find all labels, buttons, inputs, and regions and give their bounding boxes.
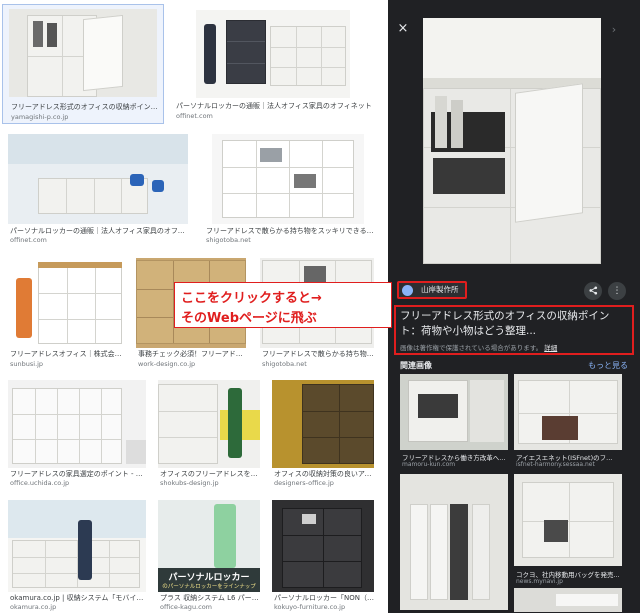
result-source: shokubs-design.jp	[160, 479, 219, 487]
site-favicon-icon	[402, 285, 413, 296]
more-options-button[interactable]: ⋮	[608, 282, 626, 300]
result-thumbnail	[272, 380, 374, 468]
related-image-tile[interactable]: アイエスエネット(ISFnet)のフ... isfnet-harmony.ses…	[514, 374, 622, 470]
related-more-link[interactable]: もっと見る	[588, 360, 628, 371]
chevron-right-icon[interactable]: ›	[608, 24, 620, 36]
result-tile[interactable]: フリーアドレスの家具選定のポイント - オフィ... office.uchida…	[2, 374, 152, 492]
result-thumbnail	[272, 500, 374, 592]
result-thumbnail	[196, 10, 350, 98]
related-image-tile[interactable]	[400, 474, 508, 612]
result-caption: オフィスの収納対策の良いアイテ...	[274, 470, 376, 478]
preview-image[interactable]	[423, 18, 601, 264]
result-tile[interactable]: オフィスのフリーアドレスを快適... shokubs-design.jp	[152, 374, 266, 492]
result-tile[interactable]: okamura.co.jp | 収納システム「モバイル収... okamura.…	[2, 494, 152, 612]
related-thumbnail	[514, 474, 622, 566]
result-source: offinet.com	[176, 112, 213, 120]
result-source: designers-office.jp	[274, 479, 334, 487]
result-caption: オフィスのフリーアドレスを快適...	[160, 470, 262, 478]
result-source: office-kagu.com	[160, 603, 213, 611]
result-source: work-design.co.jp	[138, 360, 196, 368]
result-tile[interactable]: フリーアドレス形式のオフィスの収納ポイント：荷... yamagishi-p.c…	[2, 4, 164, 124]
source-row: 山岸製作所 ⋮	[394, 278, 634, 302]
result-tile[interactable]: パーソナルロッカー「NON（イノン... kokuyo-furniture.co…	[266, 494, 380, 612]
annotation-line-1: ここをクリックすると→	[181, 291, 322, 306]
result-caption: 事務チェック必須！フリーアドレスに...	[138, 350, 248, 358]
result-source: okamura.co.jp	[10, 603, 57, 611]
result-source: shigotoba.net	[262, 360, 307, 368]
related-source: mamoru-kun.com	[402, 461, 456, 468]
related-source: isfnet-harmony.sessaa.net	[516, 461, 595, 468]
watermark-overlay	[556, 594, 618, 606]
result-caption: フリーアドレス形式のオフィスの収納ポイント：荷...	[11, 103, 159, 111]
result-caption: パーソナルロッカー「NON（イノン...	[274, 594, 376, 602]
result-source: shigotoba.net	[206, 236, 251, 244]
page-title: フリーアドレス形式のオフィスの収納ポイント：荷物や小物はどう整理...	[400, 310, 610, 337]
copyright-text: 画像は著作権で保護されている場合があります。	[400, 344, 543, 352]
result-caption: フリーアドレスで散らかる持ち物をスッキ...	[262, 350, 376, 358]
related-source: news.mynavi.jp	[516, 578, 563, 585]
result-tile[interactable]: フリーアドレスで散らかる持ち物をスッキリできるオフィ... shigotoba.…	[198, 128, 378, 246]
source-site-link[interactable]: 山岸製作所	[397, 281, 467, 299]
result-thumbnail	[9, 9, 157, 97]
share-icon	[588, 286, 597, 295]
result-thumbnail	[8, 380, 146, 468]
result-caption: パーソナルロッカーの通販｜法人オフィス家具のオフィネット	[10, 227, 190, 235]
result-tile[interactable]: パーソナルロッカーの通販｜法人オフィス家具のオフィネット offinet.com	[168, 4, 378, 124]
result-caption: フリーアドレスオフィス｜株式会社...	[10, 350, 124, 358]
related-thumbnail	[400, 474, 508, 610]
result-source: yamagishi-p.co.jp	[11, 113, 69, 121]
result-source: kokuyo-furniture.co.jp	[274, 603, 346, 611]
result-caption: プラス 収納システム L6 パーソナル...	[160, 594, 262, 602]
copyright-notice: 画像は著作権で保護されている場合があります。 詳細	[400, 342, 632, 352]
result-source: sunbusi.jp	[10, 360, 44, 368]
result-source: offinet.com	[10, 236, 47, 244]
result-tile[interactable]: オフィスの収納対策の良いアイテ... designers-office.jp	[266, 374, 380, 492]
result-thumbnail	[8, 134, 188, 224]
result-caption: okamura.co.jp | 収納システム「モバイル収...	[10, 594, 148, 602]
related-thumbnail	[400, 374, 508, 450]
ad-banner: パーソナルロッカー のパーソナルロッカーをラインナップ	[158, 568, 260, 592]
result-thumbnail: パーソナルロッカー のパーソナルロッカーをラインナップ	[158, 500, 260, 592]
annotation-line-2: そのWebページに飛ぶ	[181, 311, 317, 326]
result-thumbnail	[8, 500, 146, 592]
copyright-details-link[interactable]: 詳細	[544, 344, 557, 352]
result-thumbnail	[8, 258, 122, 348]
result-source: office.uchida.co.jp	[10, 479, 70, 487]
result-thumbnail	[212, 134, 364, 224]
result-caption: パーソナルロッカーの通販｜法人オフィス家具のオフィネット	[176, 102, 372, 110]
result-caption: フリーアドレスで散らかる持ち物をスッキリできるオフィ...	[206, 227, 374, 235]
related-image-tile[interactable]: フリーアドレスから働き方改革へ... mamoru-kun.com	[400, 374, 508, 470]
result-tile[interactable]: パーソナルロッカー のパーソナルロッカーをラインナップ プラス 収納システム L…	[152, 494, 266, 612]
annotation-callout: ここをクリックすると→ そのWebページに飛ぶ	[174, 282, 392, 328]
result-thumbnail	[158, 380, 260, 468]
ad-banner-subtitle: のパーソナルロッカーをラインナップ	[162, 584, 256, 590]
share-button[interactable]	[584, 282, 602, 300]
close-icon[interactable]: ×	[396, 22, 410, 36]
result-tile[interactable]: フリーアドレスオフィス｜株式会社... sunbusi.jp	[2, 252, 128, 374]
image-preview-panel: × ‹ › 山岸製作所 ⋮ フリーアドレス形式のオフィスの収納ポイント：荷物や小…	[388, 0, 640, 613]
result-tile[interactable]: パーソナルロッカーの通販｜法人オフィス家具のオフィネット offinet.com	[2, 128, 194, 246]
related-image-tile[interactable]: コクヨ、社内移動用バッグを発売... news.mynavi.jp	[514, 474, 622, 612]
related-images-heading: 関連画像	[400, 361, 432, 370]
result-caption: フリーアドレスの家具選定のポイント - オフィ...	[10, 470, 148, 478]
related-thumbnail	[514, 374, 622, 450]
source-site-name: 山岸製作所	[421, 285, 459, 294]
